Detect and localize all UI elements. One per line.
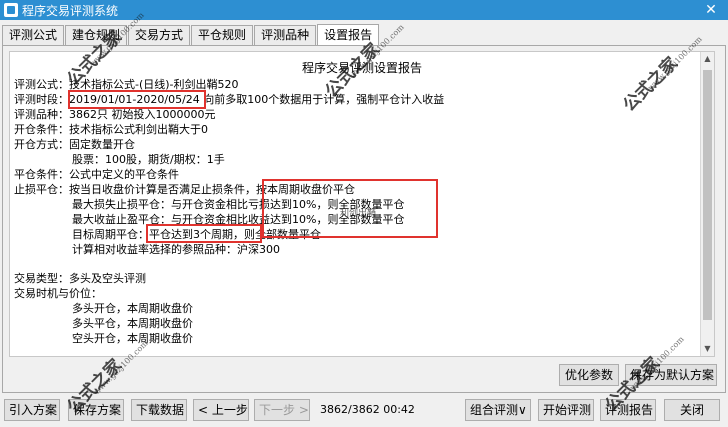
report-scrollbar[interactable]: ▲ ▼ [700, 52, 714, 356]
report-line: 交易时机与价位： [14, 287, 102, 300]
close-window-icon[interactable]: ✕ [702, 1, 720, 19]
save-default-plan-button[interactable]: 保存为默认方案 [625, 364, 717, 386]
report-title: 程序交易评测设置报告 [301, 61, 422, 75]
app-icon [4, 3, 18, 17]
eval-report-button[interactable]: 评测报告 [600, 399, 656, 421]
prev-step-button[interactable]: < 上一步 [193, 399, 249, 421]
progress-status: 3862/3862 00:42 [320, 403, 415, 416]
window-title: 程序交易评测系统 [22, 3, 119, 18]
tab-open-rules[interactable]: 建仓规则 [65, 25, 128, 46]
scroll-down-icon[interactable]: ▼ [701, 342, 714, 356]
report-line: 多头开仓，本周期收盘价 [72, 302, 193, 315]
tab-settings-report[interactable]: 设置报告 [317, 24, 380, 46]
tab-bar: 评测公式 建仓规则 交易方式 平仓规则 评测品种 设置报告 [2, 24, 380, 46]
import-plan-button[interactable]: 引入方案 [4, 399, 60, 421]
highlight-box [262, 179, 438, 238]
start-eval-button[interactable]: 开始评测 [538, 399, 594, 421]
title-bar: 程序交易评测系统 ✕ [0, 0, 728, 20]
download-data-button[interactable]: 下载数据 [131, 399, 187, 421]
optimize-params-button[interactable]: 优化参数 [559, 364, 619, 386]
report-line: 空头开仓，本周期收盘价 [72, 332, 193, 345]
highlight-box [146, 224, 262, 243]
tab-formula[interactable]: 评测公式 [2, 25, 65, 46]
app-window: 程序交易评测系统 ✕ 评测公式 建仓规则 交易方式 平仓规则 评测品种 设置报告… [0, 0, 728, 427]
report-line: 计算相对收益率选择的参照品种：沪深300 [72, 243, 280, 256]
highlight-box [68, 90, 206, 109]
report-line: 开仓方式：固定数量开仓 [14, 138, 135, 151]
tab-panel: 程序交易评测设置报告 评测公式：技术指标公式-(日线)-利剑出鞘520 评测时段… [2, 45, 726, 393]
tab-trade-mode[interactable]: 交易方式 [128, 25, 191, 46]
close-button[interactable]: 关闭 [664, 399, 720, 421]
tab-instruments[interactable]: 评测品种 [254, 25, 317, 46]
report-line: 开仓条件：技术指标公式利剑出鞘大于0 [14, 123, 208, 136]
tab-close-rules[interactable]: 平仓规则 [191, 25, 254, 46]
combo-eval-button[interactable]: 组合评测∨ [465, 399, 531, 421]
save-plan-button[interactable]: 保存方案 [68, 399, 124, 421]
report-line: 多头平仓，本周期收盘价 [72, 317, 193, 330]
scroll-up-icon[interactable]: ▲ [701, 52, 714, 66]
report-textbox[interactable]: 程序交易评测设置报告 评测公式：技术指标公式-(日线)-利剑出鞘520 评测时段… [9, 51, 715, 357]
report-line: 交易类型：多头及空头评测 [14, 272, 146, 285]
next-step-button[interactable]: 下一步 > [254, 399, 310, 421]
report-line: 股票：100股，期货/期权：1手 [72, 153, 225, 166]
report-line: 评测品种：3862只 初始投入1000000元 [14, 108, 216, 121]
scroll-thumb[interactable] [703, 70, 712, 320]
report-line: 平仓条件：公式中定义的平仓条件 [14, 168, 179, 181]
